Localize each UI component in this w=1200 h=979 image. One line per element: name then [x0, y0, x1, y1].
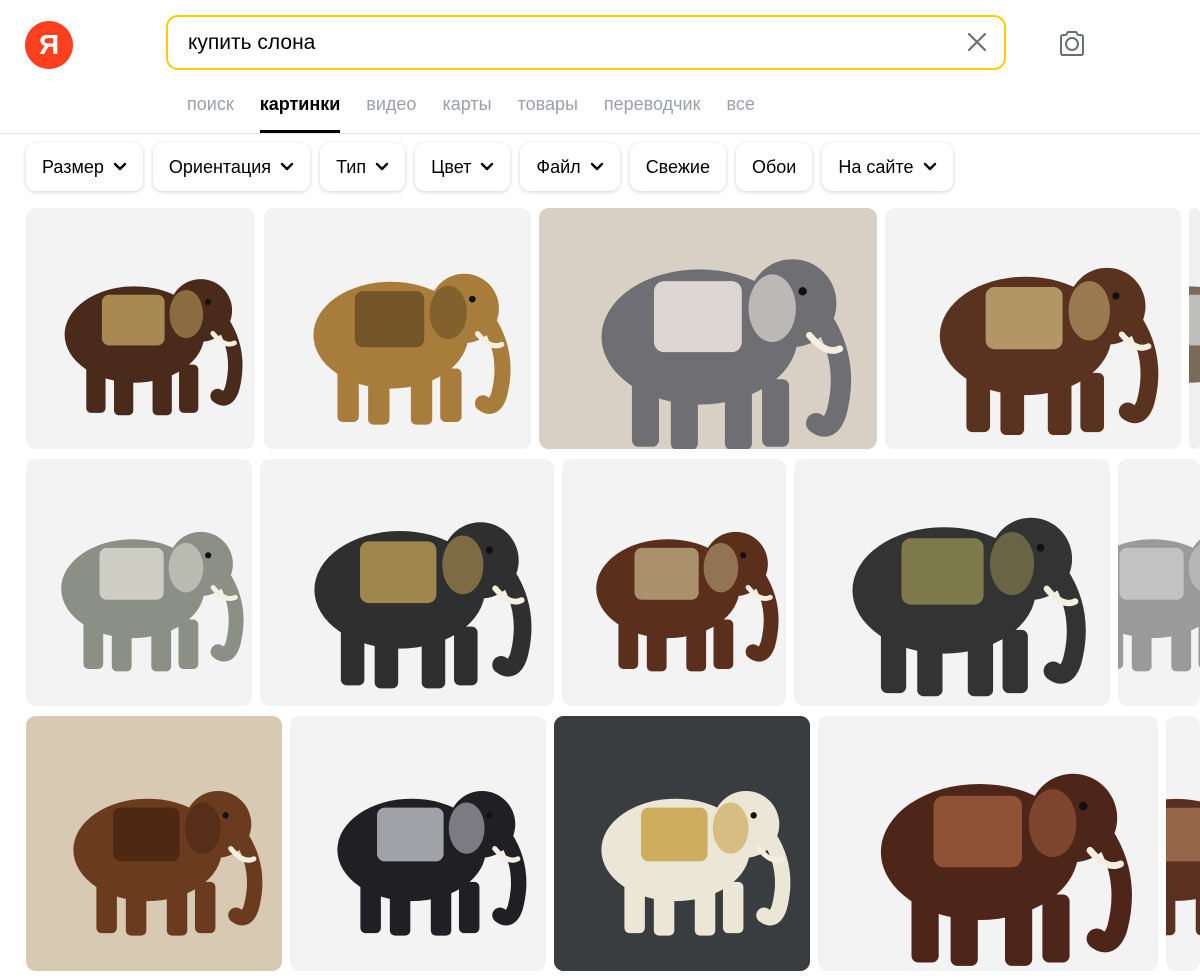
tab-images[interactable]: картинки	[259, 94, 340, 133]
image-result[interactable]	[1166, 716, 1200, 971]
filter-fresh-button[interactable]: Свежие	[629, 143, 726, 191]
filter-file-button[interactable]: Файл	[520, 143, 620, 191]
search-box	[166, 15, 1006, 70]
image-result[interactable]	[26, 716, 282, 971]
filter-label: Ориентация	[168, 156, 272, 177]
image-result[interactable]	[554, 716, 810, 971]
elephant-image	[539, 208, 877, 449]
elephant-image	[554, 716, 810, 971]
filter-wallpapers-button[interactable]: Обои	[735, 143, 813, 191]
elephant-image	[260, 459, 554, 706]
filter-bar: Размер Ориентация Тип Цвет Файл Свежие О…	[26, 143, 963, 191]
search-tabs: поиск картинки видео карты товары перево…	[187, 94, 781, 134]
image-result[interactable]	[26, 208, 255, 449]
tab-video[interactable]: видео	[366, 94, 416, 132]
chevron-down-icon	[280, 162, 294, 171]
filter-label: Обои	[751, 156, 797, 177]
elephant-image	[1166, 716, 1200, 971]
filter-label: Файл	[536, 156, 581, 177]
camera-search-button[interactable]	[1055, 27, 1089, 61]
chevron-down-icon	[375, 162, 389, 171]
filter-on-site-button[interactable]: На сайте	[822, 143, 953, 191]
tab-translator[interactable]: переводчик	[604, 94, 701, 132]
tab-maps[interactable]: карты	[442, 94, 491, 132]
elephant-image	[290, 716, 546, 971]
close-icon	[967, 32, 987, 52]
elephant-image	[26, 208, 255, 449]
tab-products[interactable]: товары	[518, 94, 578, 132]
chevron-down-icon	[923, 162, 936, 171]
elephant-image	[794, 459, 1110, 706]
elephant-image	[1118, 459, 1200, 706]
image-result[interactable]	[818, 716, 1158, 971]
filter-label: Размер	[42, 156, 104, 177]
elephant-image	[818, 716, 1158, 971]
elephant-image	[562, 459, 786, 706]
header: Я поиск картинки видео карты товары пере…	[0, 0, 1200, 134]
elephant-image	[26, 459, 252, 706]
image-result[interactable]	[264, 208, 531, 449]
image-result[interactable]	[794, 459, 1110, 706]
elephant-image	[26, 716, 282, 971]
clear-search-button[interactable]	[964, 29, 990, 55]
tab-all[interactable]: все	[726, 94, 754, 132]
filter-label: Тип	[336, 156, 367, 177]
image-result[interactable]	[1189, 208, 1200, 449]
image-result[interactable]	[1118, 459, 1200, 706]
filter-label: Свежие	[645, 156, 710, 177]
camera-icon	[1060, 31, 1084, 56]
filter-label: Цвет	[431, 156, 472, 177]
filter-color-button[interactable]: Цвет	[415, 143, 511, 191]
image-result[interactable]	[26, 459, 252, 706]
image-result[interactable]	[260, 459, 554, 706]
elephant-image	[264, 208, 531, 449]
filter-orientation-button[interactable]: Ориентация	[152, 143, 311, 191]
filter-label: На сайте	[838, 156, 914, 177]
chevron-down-icon	[481, 162, 494, 171]
image-result[interactable]	[290, 716, 546, 971]
image-result[interactable]	[539, 208, 877, 449]
image-result[interactable]	[562, 459, 786, 706]
chevron-down-icon	[113, 162, 127, 171]
image-result[interactable]	[885, 208, 1181, 449]
filter-size-button[interactable]: Размер	[26, 143, 143, 191]
elephant-image	[885, 208, 1181, 449]
chevron-down-icon	[590, 162, 603, 171]
search-input[interactable]	[188, 17, 948, 68]
filter-type-button[interactable]: Тип	[320, 143, 406, 191]
yandex-logo[interactable]: Я	[25, 21, 73, 69]
tab-search[interactable]: поиск	[187, 94, 234, 132]
elephant-image	[1189, 208, 1200, 449]
